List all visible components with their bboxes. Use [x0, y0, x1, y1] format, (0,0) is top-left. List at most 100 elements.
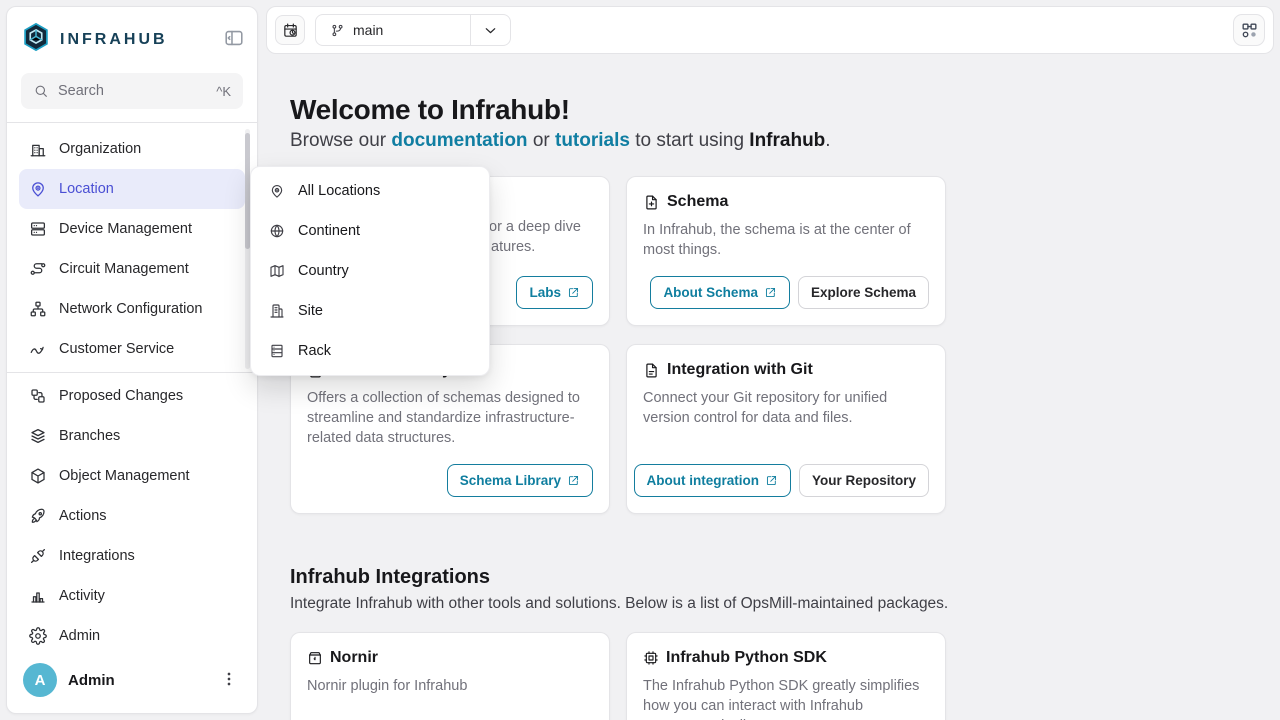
tutorials-link[interactable]: tutorials	[555, 130, 630, 151]
sidebar: INFRAHUB Search ^K Organization Location…	[6, 6, 258, 714]
menu-item-rack[interactable]: Rack	[251, 331, 489, 371]
menu-item-label: Site	[298, 303, 323, 319]
integrations-section-subtitle: Integrate Infrahub with other tools and …	[290, 595, 948, 613]
file-icon	[643, 362, 660, 379]
customer-service-icon	[29, 340, 47, 358]
menu-item-label: Rack	[298, 343, 331, 359]
kebab-menu-icon[interactable]	[217, 668, 241, 692]
sidebar-item-device-management[interactable]: Device Management	[19, 209, 245, 249]
components-icon	[1240, 21, 1259, 40]
country-icon	[269, 263, 285, 279]
explore-schema-button[interactable]: Explore Schema	[798, 276, 929, 309]
user-menu[interactable]: A Admin	[15, 655, 249, 705]
calendar-clock-icon	[282, 22, 299, 39]
activity-icon	[29, 587, 47, 605]
sidebar-item-branches[interactable]: Branches	[19, 416, 245, 456]
sidebar-item-actions[interactable]: Actions	[19, 496, 245, 536]
branches-icon	[29, 427, 47, 445]
sidebar-item-label: Branches	[59, 428, 120, 444]
location-icon	[29, 180, 47, 198]
branch-name: main	[353, 22, 383, 38]
menu-item-label: All Locations	[298, 183, 380, 199]
chevron-down-icon	[482, 22, 499, 39]
branch-dropdown-toggle[interactable]	[470, 15, 510, 45]
object-management-icon	[29, 467, 47, 485]
menu-item-continent[interactable]: Continent	[251, 211, 489, 251]
external-link-icon	[765, 474, 778, 487]
sidebar-item-object-management[interactable]: Object Management	[19, 456, 245, 496]
external-link-icon	[764, 286, 777, 299]
sidebar-item-circuit-management[interactable]: Circuit Management	[19, 249, 245, 289]
network-configuration-icon	[29, 300, 47, 318]
labs-button[interactable]: Labs	[516, 276, 593, 309]
search-icon	[33, 83, 49, 99]
brand-name: INFRAHUB	[60, 31, 168, 49]
welcome-subtitle: Browse our documentation or tutorials to…	[290, 130, 831, 152]
branch-selector[interactable]: main	[315, 14, 511, 46]
actions-icon	[29, 507, 47, 525]
collapse-sidebar-icon[interactable]	[223, 27, 245, 49]
labs-button-label: Labs	[529, 285, 561, 300]
admin-icon	[29, 627, 47, 645]
sidebar-item-admin[interactable]: Admin	[19, 616, 245, 656]
integrations-section-title: Infrahub Integrations	[290, 566, 490, 589]
sidebar-item-label: Proposed Changes	[59, 388, 183, 404]
search-input[interactable]: Search ^K	[21, 73, 243, 109]
primary-nav: Organization Location Device Management …	[7, 123, 257, 369]
search-placeholder: Search	[58, 83, 104, 99]
user-name: Admin	[68, 672, 115, 689]
git-integration-card: Integration with Git Connect your Git re…	[626, 344, 946, 514]
sidebar-item-customer-service[interactable]: Customer Service	[19, 329, 245, 369]
sidebar-item-label: Actions	[59, 508, 107, 524]
sidebar-item-label: Circuit Management	[59, 261, 189, 277]
sidebar-item-location[interactable]: Location	[19, 169, 245, 209]
sidebar-item-activity[interactable]: Activity	[19, 576, 245, 616]
menu-item-site[interactable]: Site	[251, 291, 489, 331]
schema-library-button[interactable]: Schema Library	[447, 464, 593, 497]
brand: INFRAHUB	[7, 7, 257, 67]
site-icon	[269, 303, 285, 319]
python-sdk-card: Infrahub Python SDK The Infrahub Python …	[626, 632, 946, 720]
explore-schema-label: Explore Schema	[811, 285, 916, 300]
card-description: The Infrahub Python SDK greatly simplifi…	[643, 676, 929, 720]
secondary-nav: Proposed Changes Branches Object Managem…	[7, 373, 257, 656]
sidebar-item-label: Integrations	[59, 548, 135, 564]
infrahub-logo-icon	[21, 22, 51, 57]
intro-suffix: to start using	[630, 130, 749, 151]
intro-middle: or	[528, 130, 555, 151]
git-branch-icon	[330, 23, 345, 38]
sidebar-item-network-configuration[interactable]: Network Configuration	[19, 289, 245, 329]
sidebar-item-organization[interactable]: Organization	[19, 129, 245, 169]
search-shortcut: ^K	[216, 84, 231, 99]
intro-bold: Infrahub	[749, 130, 825, 151]
your-repository-label: Your Repository	[812, 473, 916, 488]
about-schema-button[interactable]: About Schema	[650, 276, 790, 309]
card-description: Offers a collection of schemas designed …	[307, 388, 593, 448]
card-description: In Infrahub, the schema is at the center…	[643, 220, 929, 260]
card-title: Nornir	[330, 649, 378, 667]
rack-icon	[269, 343, 285, 359]
sidebar-item-proposed-changes[interactable]: Proposed Changes	[19, 376, 245, 416]
avatar: A	[23, 663, 57, 697]
integrations-cards: Nornir Nornir plugin for Infrahub Infrah…	[290, 632, 946, 720]
all-locations-icon	[269, 183, 285, 199]
sidebar-item-label: Organization	[59, 141, 141, 157]
your-repository-button[interactable]: Your Repository	[799, 464, 929, 497]
time-travel-button[interactable]	[275, 15, 305, 45]
integrations-icon	[29, 547, 47, 565]
components-button[interactable]	[1233, 14, 1265, 46]
card-title: Schema	[667, 193, 728, 211]
documentation-link[interactable]: documentation	[391, 130, 527, 151]
about-integration-label: About integration	[647, 473, 759, 488]
sidebar-item-integrations[interactable]: Integrations	[19, 536, 245, 576]
sidebar-item-label: Object Management	[59, 468, 190, 484]
menu-item-all-locations[interactable]: All Locations	[251, 171, 489, 211]
card-title: Infrahub Python SDK	[666, 649, 827, 667]
about-integration-button[interactable]: About integration	[634, 464, 791, 497]
organization-icon	[29, 140, 47, 158]
menu-item-country[interactable]: Country	[251, 251, 489, 291]
sidebar-item-label: Network Configuration	[59, 301, 202, 317]
continent-icon	[269, 223, 285, 239]
menu-item-label: Country	[298, 263, 349, 279]
branch-current[interactable]: main	[316, 15, 470, 45]
